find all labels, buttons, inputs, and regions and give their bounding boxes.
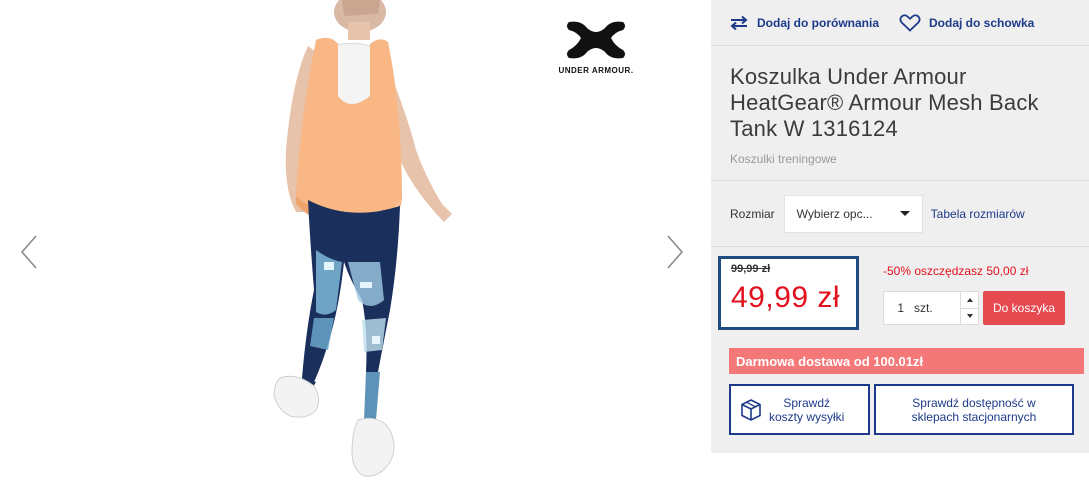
check-shipping-label: Sprawdź koszty wysyłki — [769, 396, 844, 424]
size-label: Rozmiar — [730, 206, 775, 221]
under-armour-logo-icon — [567, 21, 625, 59]
product-title: Koszulka Under Armour HeatGear® Armour M… — [730, 64, 1039, 141]
size-dropdown[interactable]: Wybierz opc... — [783, 194, 923, 233]
current-price: 49,99 zł — [731, 281, 841, 314]
old-price: 99,99 zł — [731, 263, 771, 275]
compare-arrows-icon — [730, 15, 748, 30]
triangle-down-icon — [966, 314, 973, 319]
chevron-left-icon — [20, 235, 37, 269]
product-category[interactable]: Koszulki treningowe — [730, 152, 1071, 166]
compare-button[interactable]: Dodaj do porównania — [729, 15, 879, 30]
heart-icon — [899, 13, 921, 32]
check-shipping-line1: Sprawdź — [783, 395, 831, 410]
size-selector-row: Rozmiar Wybierz opc... Tabela rozmiarów — [711, 181, 1089, 247]
size-dropdown-value: Wybierz opc... — [796, 206, 873, 221]
product-info-panel: Dodaj do porównania Dodaj do schowka Kos… — [711, 0, 1089, 453]
product-header: Koszulka Under Armour HeatGear® Armour M… — [711, 46, 1089, 181]
brand-logo: UNDER ARMOUR. — [546, 18, 646, 80]
quantity-increase-button[interactable] — [961, 292, 978, 308]
size-chart-link[interactable]: Tabela rozmiarów — [931, 207, 1025, 221]
check-stores-label: Sprawdź dostępność w sklepach stacjonarn… — [912, 396, 1037, 424]
quantity-steps — [960, 292, 978, 324]
quantity-stepper[interactable]: 1 szt. — [883, 291, 979, 325]
check-stores-line1: Sprawdź dostępność w — [912, 395, 1036, 410]
check-shipping-line2: koszty wysyłki — [769, 409, 845, 424]
chevron-right-icon — [667, 235, 684, 269]
wishlist-label: Dodaj do schowka — [929, 15, 1035, 30]
package-box-icon — [741, 398, 761, 421]
gallery-prev-arrow[interactable] — [16, 232, 44, 272]
free-delivery-banner: Darmowa dostawa od 100.01zł — [729, 348, 1084, 374]
check-store-availability-button[interactable]: Sprawdź dostępność w sklepach stacjonarn… — [874, 384, 1074, 435]
price-box: 99,99 zł 49,99 zł — [718, 256, 859, 330]
brand-logo-text: UNDER ARMOUR. — [558, 66, 634, 75]
check-shipping-cost-button[interactable]: Sprawdź koszty wysyłki — [729, 384, 870, 435]
gallery-next-arrow[interactable] — [660, 232, 688, 272]
check-stores-line2: sklepach stacjonarnych — [911, 409, 1037, 424]
triangle-up-icon — [966, 297, 973, 302]
add-to-cart-button[interactable]: Do koszyka — [983, 291, 1065, 325]
product-gallery: UNDER ARMOUR. — [0, 0, 710, 497]
quantity-input[interactable]: 1 — [884, 301, 904, 315]
product-image[interactable] — [230, 0, 470, 497]
product-actions: Dodaj do porównania Dodaj do schowka — [711, 0, 1089, 46]
compare-label: Dodaj do porównania — [757, 15, 879, 30]
wishlist-button[interactable]: Dodaj do schowka — [899, 13, 1035, 32]
quantity-unit: szt. — [914, 301, 933, 315]
discount-info: -50% oszczędzasz 50,00 zł — [883, 264, 1029, 278]
caret-down-icon — [899, 211, 910, 216]
quantity-decrease-button[interactable] — [961, 307, 978, 325]
